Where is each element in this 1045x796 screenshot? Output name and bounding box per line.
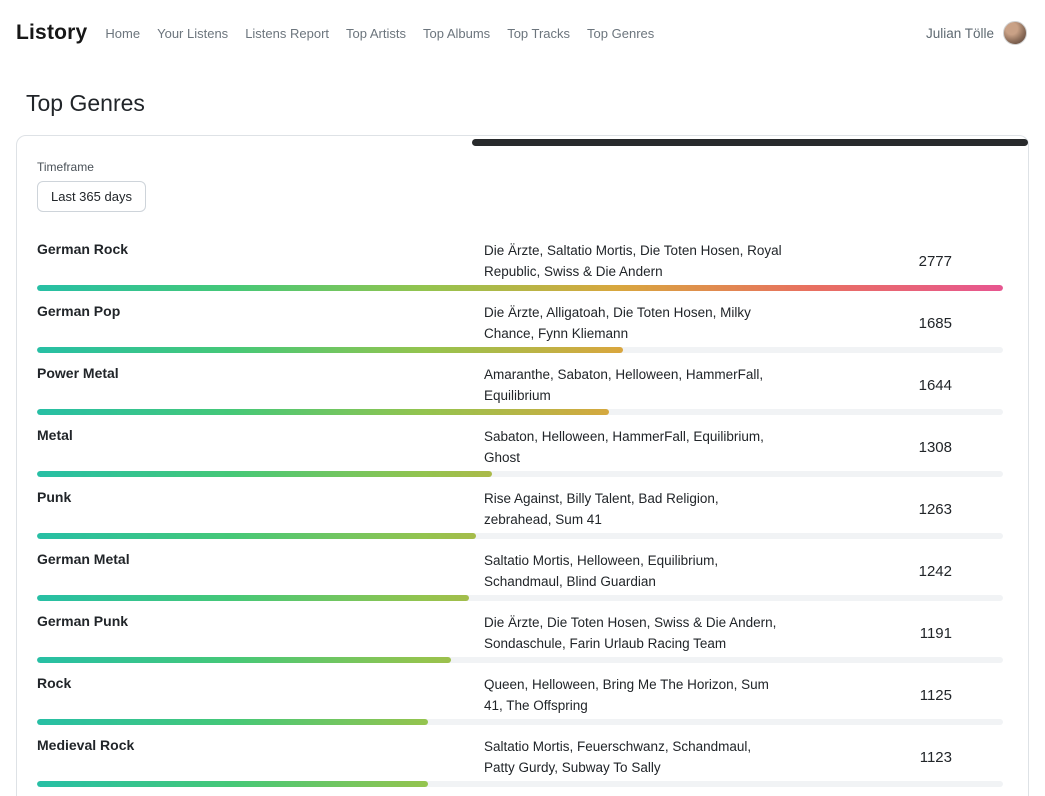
genre-row: Metal Sabaton, Helloween, HammerFall, Eq…: [37, 418, 1003, 477]
genre-bar-track: [37, 285, 1003, 291]
genre-row: German Punk Die Ärzte, Die Toten Hosen, …: [37, 604, 1003, 663]
genre-row: Punk Rise Against, Billy Talent, Bad Rel…: [37, 480, 1003, 539]
nav-item-top-tracks[interactable]: Top Tracks: [507, 26, 570, 41]
genre-artists: Die Ärzte, Die Toten Hosen, Swiss & Die …: [484, 612, 784, 654]
genre-bar: [37, 409, 609, 415]
user-name[interactable]: Julian Tölle: [926, 26, 994, 41]
genre-name: German Metal: [37, 550, 484, 592]
genre-bar: [37, 657, 451, 663]
genre-artists: Queen, Helloween, Bring Me The Horizon, …: [484, 674, 784, 716]
genre-artists: Die Ärzte, Saltatio Mortis, Die Toten Ho…: [484, 240, 784, 282]
genre-bar-track: [37, 409, 1003, 415]
genre-count: 1125: [784, 687, 1003, 704]
user-menu: Julian Tölle: [926, 21, 1027, 45]
genre-row: German Pop Die Ärzte, Alligatoah, Die To…: [37, 294, 1003, 353]
genre-count: 1263: [784, 501, 1003, 518]
genre-count: 1242: [784, 563, 1003, 580]
timeframe-select[interactable]: Last 365 days: [37, 181, 146, 212]
genre-bar: [37, 781, 428, 787]
nav-item-top-genres[interactable]: Top Genres: [587, 26, 654, 41]
page-title: Top Genres: [26, 90, 1045, 117]
nav-item-home[interactable]: Home: [105, 26, 140, 41]
genre-bar: [37, 595, 469, 601]
genre-count: 2777: [784, 253, 1003, 270]
genre-row: German Rock Die Ärzte, Saltatio Mortis, …: [37, 232, 1003, 291]
genre-bar: [37, 347, 623, 353]
genre-count: 1123: [784, 749, 1003, 766]
genre-bar: [37, 719, 428, 725]
genre-bar-track: [37, 347, 1003, 353]
genre-bar-track: [37, 471, 1003, 477]
top-genres-card: Timeframe Last 365 days German Rock Die …: [16, 135, 1029, 796]
genre-artists: Rise Against, Billy Talent, Bad Religion…: [484, 488, 784, 530]
genre-row: Rock Queen, Helloween, Bring Me The Hori…: [37, 666, 1003, 725]
genre-row: Power Metal Amaranthe, Sabaton, Hellowee…: [37, 356, 1003, 415]
horizontal-scrollbar-thumb[interactable]: [472, 139, 1028, 146]
genre-name: Metal: [37, 426, 484, 468]
genre-artists: Amaranthe, Sabaton, Helloween, HammerFal…: [484, 364, 784, 406]
genre-bar-track: [37, 719, 1003, 725]
genre-row: German Metal Saltatio Mortis, Helloween,…: [37, 542, 1003, 601]
avatar[interactable]: [1003, 21, 1027, 45]
genre-artists: Die Ärzte, Alligatoah, Die Toten Hosen, …: [484, 302, 784, 344]
nav-item-top-artists[interactable]: Top Artists: [346, 26, 406, 41]
genre-name: German Punk: [37, 612, 484, 654]
genre-name: Punk: [37, 488, 484, 530]
nav-item-listens-report[interactable]: Listens Report: [245, 26, 329, 41]
genre-bar: [37, 471, 492, 477]
genre-bar-track: [37, 533, 1003, 539]
genre-bar: [37, 285, 1003, 291]
genre-count: 1308: [784, 439, 1003, 456]
genre-artists: Saltatio Mortis, Feuerschwanz, Schandmau…: [484, 736, 784, 778]
genre-count: 1191: [784, 625, 1003, 642]
genre-name: German Rock: [37, 240, 484, 282]
genre-bar-track: [37, 657, 1003, 663]
genre-name: German Pop: [37, 302, 484, 344]
nav-item-top-albums[interactable]: Top Albums: [423, 26, 490, 41]
genre-name: Rock: [37, 674, 484, 716]
genre-artists: Sabaton, Helloween, HammerFall, Equilibr…: [484, 426, 784, 468]
brand-logo[interactable]: Listory: [16, 21, 87, 45]
genre-name: Medieval Rock: [37, 736, 484, 778]
genre-name: Power Metal: [37, 364, 484, 406]
genre-row: Melodic Metal Unleash The Archers, Hello…: [37, 790, 1003, 796]
nav-item-your-listens[interactable]: Your Listens: [157, 26, 228, 41]
genre-table: German Rock Die Ärzte, Saltatio Mortis, …: [37, 232, 1003, 796]
main-nav: Home Your Listens Listens Report Top Art…: [105, 26, 654, 41]
genre-bar-track: [37, 781, 1003, 787]
top-navbar: Listory Home Your Listens Listens Report…: [0, 0, 1045, 66]
genre-row: Medieval Rock Saltatio Mortis, Feuerschw…: [37, 728, 1003, 787]
genre-artists: Saltatio Mortis, Helloween, Equilibrium,…: [484, 550, 784, 592]
timeframe-label: Timeframe: [37, 160, 1003, 174]
genre-count: 1685: [784, 315, 1003, 332]
genre-bar: [37, 533, 476, 539]
genre-count: 1644: [784, 377, 1003, 394]
genre-bar-track: [37, 595, 1003, 601]
